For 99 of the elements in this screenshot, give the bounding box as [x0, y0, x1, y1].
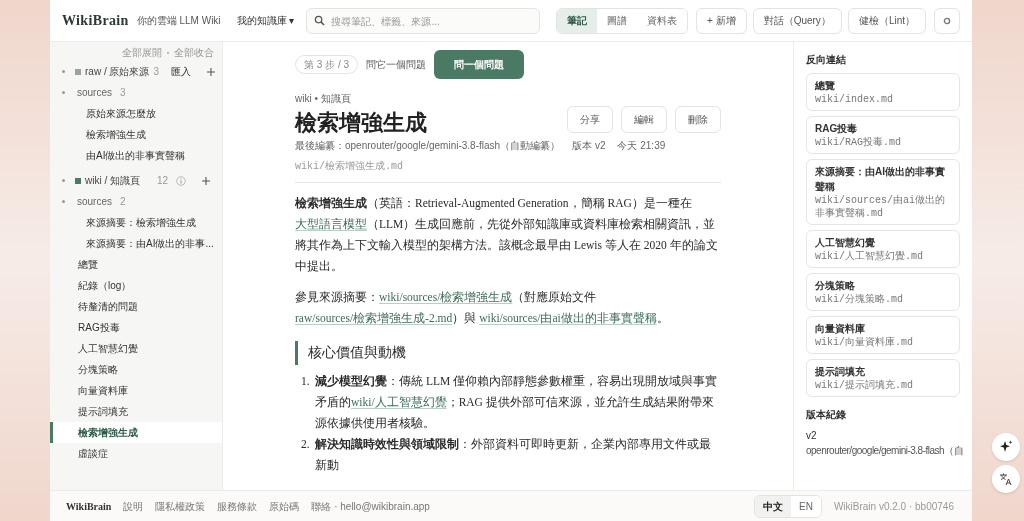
- folder-label[interactable]: sources: [77, 85, 112, 100]
- meta-text: 最後編纂：openrouter/google/gemini-3.8-flash（自動編纂）: [295, 139, 561, 153]
- tree-item[interactable]: 待釐清的問題: [50, 296, 222, 317]
- footer-link[interactable]: 隱私權政策: [155, 498, 206, 514]
- tree-item[interactable]: 分塊策略: [50, 359, 222, 380]
- backlink-card[interactable]: 人工智慧幻覺 wiki/人工智慧幻覺.md: [806, 230, 960, 268]
- tree-item[interactable]: 虛談症: [50, 443, 222, 464]
- backlink-card[interactable]: 分塊策略 wiki/分塊策略.md: [806, 273, 960, 311]
- item-count: 2: [120, 195, 126, 209]
- backlink-path: wiki/提示詞填充.md: [815, 379, 914, 392]
- plus-icon: [207, 67, 215, 76]
- list-item-text: 解決知識時效性與領域限制：外部資料可即時更新，企業內部專用文件或最新動: [315, 437, 712, 473]
- tree-item[interactable]: 人工智慧幻覺: [50, 338, 222, 359]
- add-button[interactable]: [202, 176, 210, 185]
- tree-item[interactable]: 提示詞填充: [50, 401, 222, 422]
- inline-link[interactable]: wiki/sources/檢索增強生成: [379, 291, 513, 303]
- plus-icon: [202, 176, 210, 185]
- section-label[interactable]: raw / 原始來源: [85, 64, 150, 79]
- folder-label[interactable]: sources: [77, 194, 112, 209]
- language-toggle[interactable]: 中文: [755, 495, 791, 517]
- tree-item[interactable]: 紀錄（log）: [50, 275, 222, 296]
- backlink-title: 提示詞填充: [815, 365, 866, 379]
- meta-text: 今天 21:39: [617, 139, 666, 153]
- settings-button[interactable]: [934, 7, 960, 34]
- backlink-path: wiki/人工智慧幻覺.md: [815, 250, 924, 263]
- vault-selector[interactable]: 我的知識庫 ▾: [236, 13, 295, 28]
- item-count: 3: [153, 65, 159, 79]
- inline-link[interactable]: raw/sources/檢索增強生成-2.md: [295, 312, 453, 324]
- toolbar-button[interactable]: + 新增: [696, 7, 747, 34]
- list-item-text: 減少模型幻覺：傳統 LLM 僅仰賴內部靜態參數權重，容易出現開放域與事實矛盾的wiki/人工智慧幻覺；RAG 提供外部可信來源，並允許生成結果附帶來源依據供使用者核驗。: [315, 374, 719, 431]
- action-button[interactable]: 編輯: [621, 106, 667, 133]
- tree-item[interactable]: 由AI做出的非事實聲稱: [50, 145, 222, 166]
- search-field[interactable]: 搜尋筆記、標籤、來源...: [306, 8, 540, 34]
- import-button[interactable]: 匯入: [171, 64, 191, 79]
- version-label: v2: [806, 429, 818, 443]
- backlink-title: 分塊策略: [815, 279, 856, 293]
- file-path: wiki/檢索增強生成.md: [295, 159, 721, 183]
- list-number: 1.: [301, 374, 311, 389]
- ask-question-button[interactable]: 問一個問題: [434, 50, 524, 79]
- backlink-card[interactable]: 來源摘要：由AI做出的非事實聲稱 wiki/sources/由ai做出的非事實聲稱.md: [806, 159, 960, 225]
- section-heading: 核心價值與動機: [295, 341, 721, 365]
- backlink-card[interactable]: RAG投毒 wiki/RAG投毒.md: [806, 116, 960, 154]
- section-title: 版本紀錄: [806, 408, 847, 422]
- toolbar-button[interactable]: 健檢（Lint）: [847, 7, 926, 34]
- view-tab[interactable]: 筆記: [557, 8, 597, 33]
- breadcrumb: wiki • 知識頁: [295, 92, 352, 106]
- add-button[interactable]: [207, 67, 215, 76]
- action-button[interactable]: 刪除: [675, 106, 721, 133]
- language-toggle[interactable]: EN: [791, 495, 821, 517]
- tagline: 你的雲端 LLM Wiki: [136, 14, 221, 28]
- backlink-card[interactable]: 提示詞填充 wiki/提示詞填充.md: [806, 359, 960, 397]
- item-count: 12: [156, 174, 168, 188]
- page-title: 檢索增強生成: [295, 109, 427, 137]
- translate-icon: [999, 472, 1013, 486]
- meta-text: 版本 v2: [572, 139, 606, 153]
- item-count: 3: [120, 86, 126, 100]
- backlink-title: 總覽: [815, 79, 836, 93]
- version-author: openrouter/google/gemini-3.8-flash（自: [806, 444, 965, 458]
- footer-brand: WikiBrain: [66, 499, 112, 514]
- sparkle-button[interactable]: [992, 433, 1020, 461]
- tree-item[interactable]: 來源摘要：檢索增強生成: [50, 212, 222, 233]
- backlink-path: wiki/index.md: [815, 93, 894, 106]
- backlink-path: wiki/sources/由ai做出的非事實聲稱.md: [815, 194, 946, 220]
- backlink-title: 人工智慧幻覺: [815, 236, 876, 250]
- inline-link[interactable]: wiki/人工智慧幻覺: [351, 396, 447, 408]
- backlink-title: RAG投毒: [815, 122, 859, 136]
- backlink-card[interactable]: 向量資料庫 wiki/向量資料庫.md: [806, 316, 960, 354]
- toolbar-button[interactable]: 對話（Query）: [752, 7, 842, 34]
- tree-item[interactable]: 檢索增強生成: [50, 422, 222, 443]
- list-number: 2.: [301, 437, 311, 452]
- inline-link[interactable]: 大型語言模型: [295, 218, 367, 230]
- tour-prompt: 問它一個問題: [366, 58, 426, 72]
- backlink-card[interactable]: 總覽 wiki/index.md: [806, 73, 960, 111]
- tree-item[interactable]: 原始來源怎麼放: [50, 103, 222, 124]
- info-icon: [176, 175, 186, 186]
- backlink-path: wiki/向量資料庫.md: [815, 336, 914, 349]
- section-label[interactable]: wiki / 知識頁: [85, 173, 140, 188]
- footer-link[interactable]: 原始碼: [269, 498, 300, 514]
- section-title: 反向連結: [806, 53, 847, 67]
- paragraph: 檢索增強生成（英語：Retrieval-Augmented Generation，簡稱 RAG）是一種在 大型語言模型（LLM）生成回應前，先從外部知識庫或資料庫檢索相關資訊，並將其作為上下文輸入模型的架構方法。該概念最早由 Lewis 等人在 2020 年的論文中提出。: [295, 195, 719, 274]
- footer-link[interactable]: 服務條款: [217, 498, 258, 514]
- brand-logo[interactable]: WikiBrain: [62, 10, 129, 31]
- backlink-title: 向量資料庫: [815, 322, 866, 336]
- footer-link[interactable]: 說明: [123, 498, 144, 514]
- paragraph: 參見來源摘要：wiki/sources/檢索增強生成（對應原始文件 raw/sources/檢索增強生成-2.md）與 wiki/sources/由ai做出的非事實聲稱。: [295, 290, 670, 326]
- action-button[interactable]: 分享: [567, 106, 613, 133]
- settings-icon: [943, 16, 951, 25]
- search-icon: [314, 14, 326, 26]
- tree-item[interactable]: 總覽: [50, 254, 222, 275]
- tree-item[interactable]: RAG投毒: [50, 317, 222, 338]
- contact-text: 聯絡 · hello@wikibrain.app: [311, 499, 430, 514]
- inline-link[interactable]: wiki/sources/由ai做出的非事實聲稱: [479, 312, 657, 324]
- backlink-path: wiki/分塊策略.md: [815, 293, 904, 306]
- backlink-title: 來源摘要：由AI做出的非事實聲稱: [815, 165, 946, 194]
- tree-item[interactable]: 向量資料庫: [50, 380, 222, 401]
- tree-item[interactable]: 檢索增強生成: [50, 124, 222, 145]
- tree-item[interactable]: 來源摘要：由AI做出的非事...: [50, 233, 222, 254]
- version-text: WikiBrain v0.2.0 · bb00746: [833, 499, 954, 514]
- backlink-path: wiki/RAG投毒.md: [815, 136, 902, 149]
